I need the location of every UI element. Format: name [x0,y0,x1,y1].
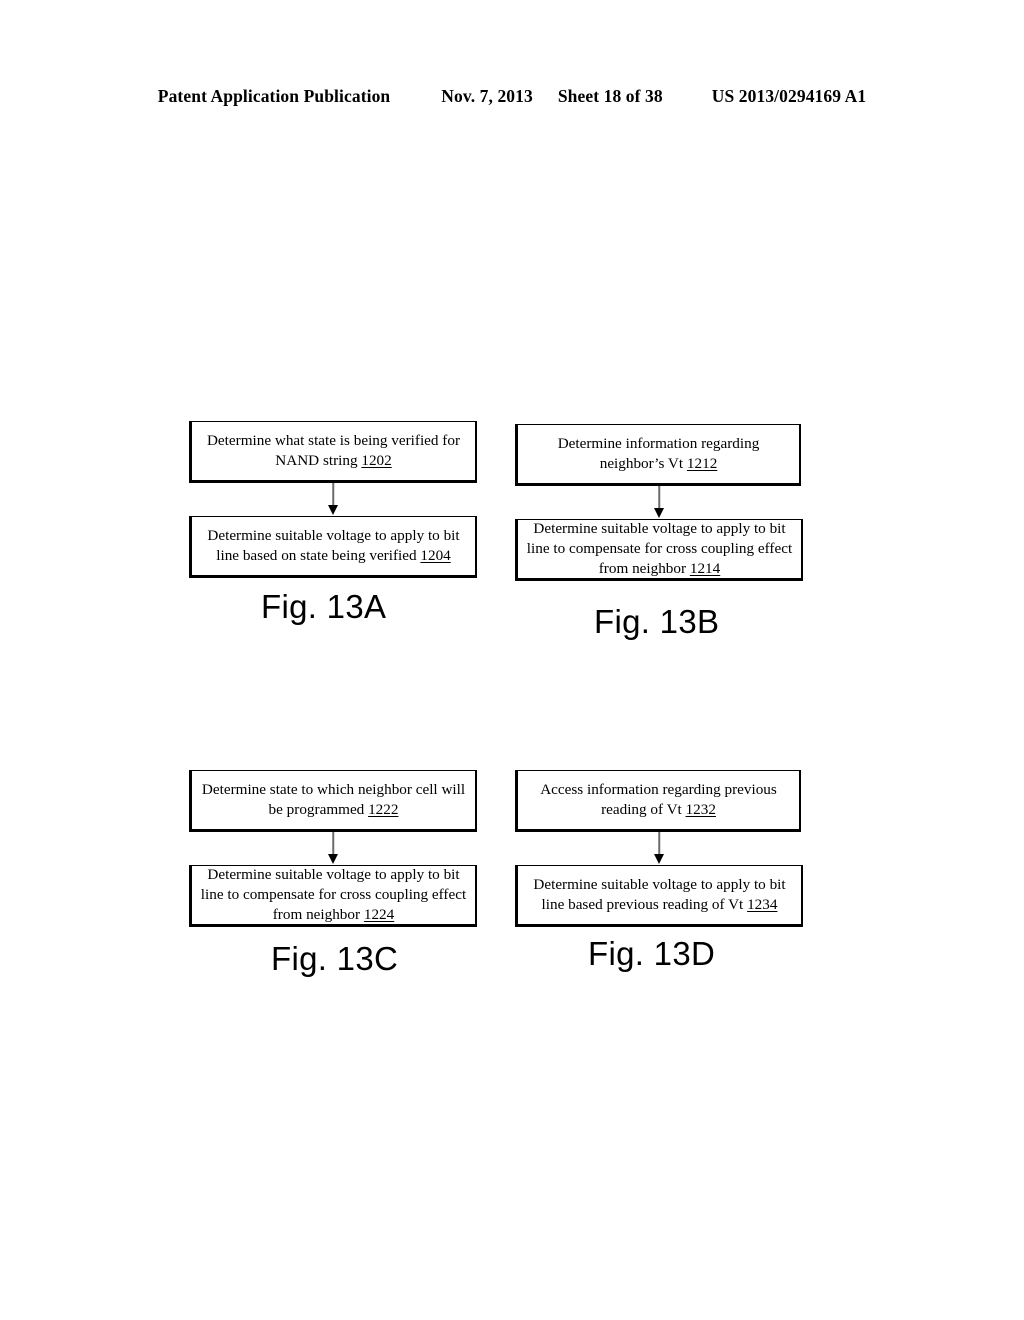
arrowhead-down-icon [328,505,338,515]
flow-box-1204: Determine suitable voltage to apply to b… [189,516,477,578]
flow-box-1204-ref: 1204 [420,547,451,564]
flow-box-1202-ref: 1202 [361,452,392,469]
figure-13d: Access information regarding previous re… [515,770,803,927]
flow-box-1224: Determine suitable voltage to apply to b… [189,865,477,927]
flow-box-1222: Determine state to which neighbor cell w… [189,770,477,832]
connector-1232-to-1234 [515,832,803,865]
arrowhead-down-icon [654,854,664,864]
flow-box-1214-text: Determine suitable voltage to apply to b… [518,519,801,580]
flow-box-1224-ref: 1224 [363,906,395,924]
flow-box-1222-label: Determine state to which neighbor cell w… [201,780,466,818]
flow-box-1202: Determine what state is being verified f… [189,421,477,483]
flow-box-1212-ref: 1212 [686,455,718,472]
arrowhead-down-icon [654,508,664,518]
flow-box-1214-label: Determine suitable voltage to apply to b… [526,519,793,578]
flow-box-1222-ref: 1222 [368,801,399,818]
flow-box-1212: Determine information regarding neighbor… [515,424,801,486]
figure-caption-13a: Fig. 13A [261,588,387,625]
figure-13b: Determine information regarding neighbor… [515,424,803,581]
flow-box-1212-text: Determine information regarding neighbor… [518,434,799,474]
flow-box-1212-label: Determine information regarding neighbor… [557,434,760,472]
flow-box-1224-label: Determine suitable voltage to apply to b… [200,865,467,924]
figure-caption-13b: Fig. 13B [594,603,720,640]
flow-box-1234: Determine suitable voltage to apply to b… [515,865,803,927]
flow-box-1222-text: Determine state to which neighbor cell w… [192,780,475,820]
connector-1212-to-1214 [515,486,803,519]
flow-box-1214: Determine suitable voltage to apply to b… [515,519,803,581]
figure-13c: Determine state to which neighbor cell w… [189,770,477,927]
arrowhead-down-icon [328,854,338,864]
figure-13a: Determine what state is being verified f… [189,421,477,578]
flow-box-1224-text: Determine suitable voltage to apply to b… [192,865,475,926]
header-sheet-number: Sheet 18 of 38 [557,86,663,106]
header-patent-number: US 2013/0294169 A1 [711,86,867,106]
figure-caption-13d: Fig. 13D [588,935,716,972]
flow-box-1214-ref: 1214 [689,560,721,578]
figure-caption-13c: Fig. 13C [271,940,399,977]
header-publication-date: Nov. 7, 2013 [441,86,533,106]
flow-box-1202-label: Determine what state is being verified f… [206,431,461,469]
header-publication-title: Patent Application Publication [157,86,391,106]
page-header: Patent Application Publication Nov. 7, 2… [0,86,1024,107]
flow-box-1232-text: Access information regarding previous re… [518,780,799,820]
connector-1202-to-1204 [189,483,477,516]
flow-box-1204-text: Determine suitable voltage to apply to b… [192,526,475,566]
flow-box-1234-ref: 1234 [747,896,778,913]
flow-box-1232-label: Access information regarding previous re… [540,780,777,818]
flow-box-1234-text: Determine suitable voltage to apply to b… [518,875,801,915]
flow-box-1232-ref: 1232 [685,801,716,818]
connector-1222-to-1224 [189,832,477,865]
flow-box-1202-text: Determine what state is being verified f… [192,431,475,471]
flow-box-1232: Access information regarding previous re… [515,770,801,832]
